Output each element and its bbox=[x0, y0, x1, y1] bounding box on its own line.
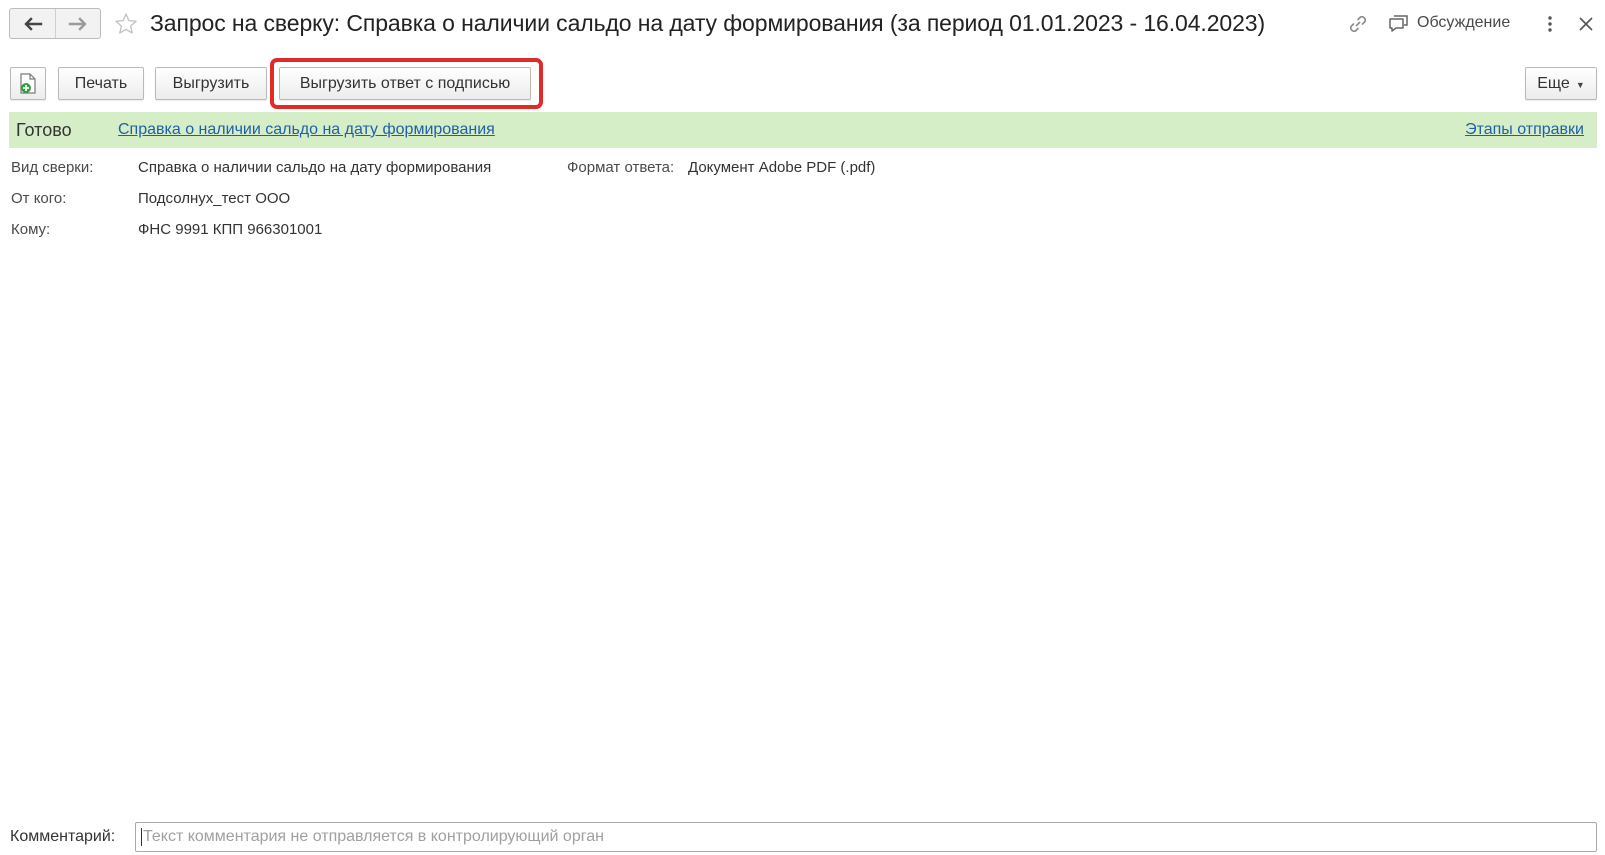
arrow-right-icon bbox=[68, 16, 87, 31]
star-icon[interactable] bbox=[114, 12, 138, 36]
recipient-value: ФНС 9991 КПП 966301001 bbox=[138, 221, 323, 238]
export-signed-response-button[interactable]: Выгрузить ответ с подписью bbox=[279, 67, 531, 100]
document-link[interactable]: Справка о наличии сальдо на дату формиро… bbox=[118, 121, 495, 139]
recipient-label: Кому: bbox=[11, 221, 51, 238]
page-title: Запрос на сверку: Справка о наличии саль… bbox=[150, 10, 1266, 36]
print-button[interactable]: Печать bbox=[58, 67, 144, 100]
new-document-button[interactable] bbox=[10, 67, 46, 100]
close-icon[interactable] bbox=[1577, 15, 1595, 33]
status-text: Готово bbox=[16, 120, 72, 140]
status-bar: Готово Справка о наличии сальдо на дату … bbox=[9, 112, 1597, 148]
more-vertical-icon[interactable] bbox=[1545, 14, 1555, 34]
arrow-left-icon bbox=[23, 16, 42, 31]
new-document-icon bbox=[20, 72, 36, 94]
sender-value: Подсолнух_тест ООО bbox=[138, 190, 291, 207]
navigation-buttons bbox=[9, 8, 101, 39]
text-cursor bbox=[141, 828, 142, 846]
back-button[interactable] bbox=[10, 9, 55, 38]
sending-stages-link[interactable]: Этапы отправки bbox=[1465, 121, 1584, 139]
forward-button[interactable] bbox=[55, 9, 100, 38]
chat-icon bbox=[1389, 15, 1408, 32]
reconciliation-type-label: Вид сверки: bbox=[11, 159, 94, 176]
response-format-label: Формат ответа: bbox=[567, 159, 675, 176]
more-button[interactable]: Еще ▼ bbox=[1525, 67, 1597, 100]
reconciliation-type-value: Справка о наличии сальдо на дату формиро… bbox=[138, 159, 492, 176]
discussion-label: Обсуждение bbox=[1417, 14, 1511, 31]
response-format-value: Документ Adobe PDF (.pdf) bbox=[688, 159, 876, 176]
sender-label: От кого: bbox=[11, 190, 67, 207]
comment-input[interactable] bbox=[135, 822, 1597, 852]
title-bar: Запрос на сверку: Справка о наличии саль… bbox=[0, 0, 1605, 50]
comment-label: Комментарий: bbox=[10, 828, 116, 845]
export-button[interactable]: Выгрузить bbox=[155, 67, 267, 100]
chevron-down-icon: ▼ bbox=[1575, 79, 1585, 90]
discussion-button[interactable]: Обсуждение bbox=[1388, 13, 1510, 33]
command-toolbar: Печать Выгрузить Выгрузить ответ с подпи… bbox=[0, 58, 1605, 109]
link-icon[interactable] bbox=[1347, 13, 1369, 35]
more-label: Еще bbox=[1537, 74, 1570, 92]
